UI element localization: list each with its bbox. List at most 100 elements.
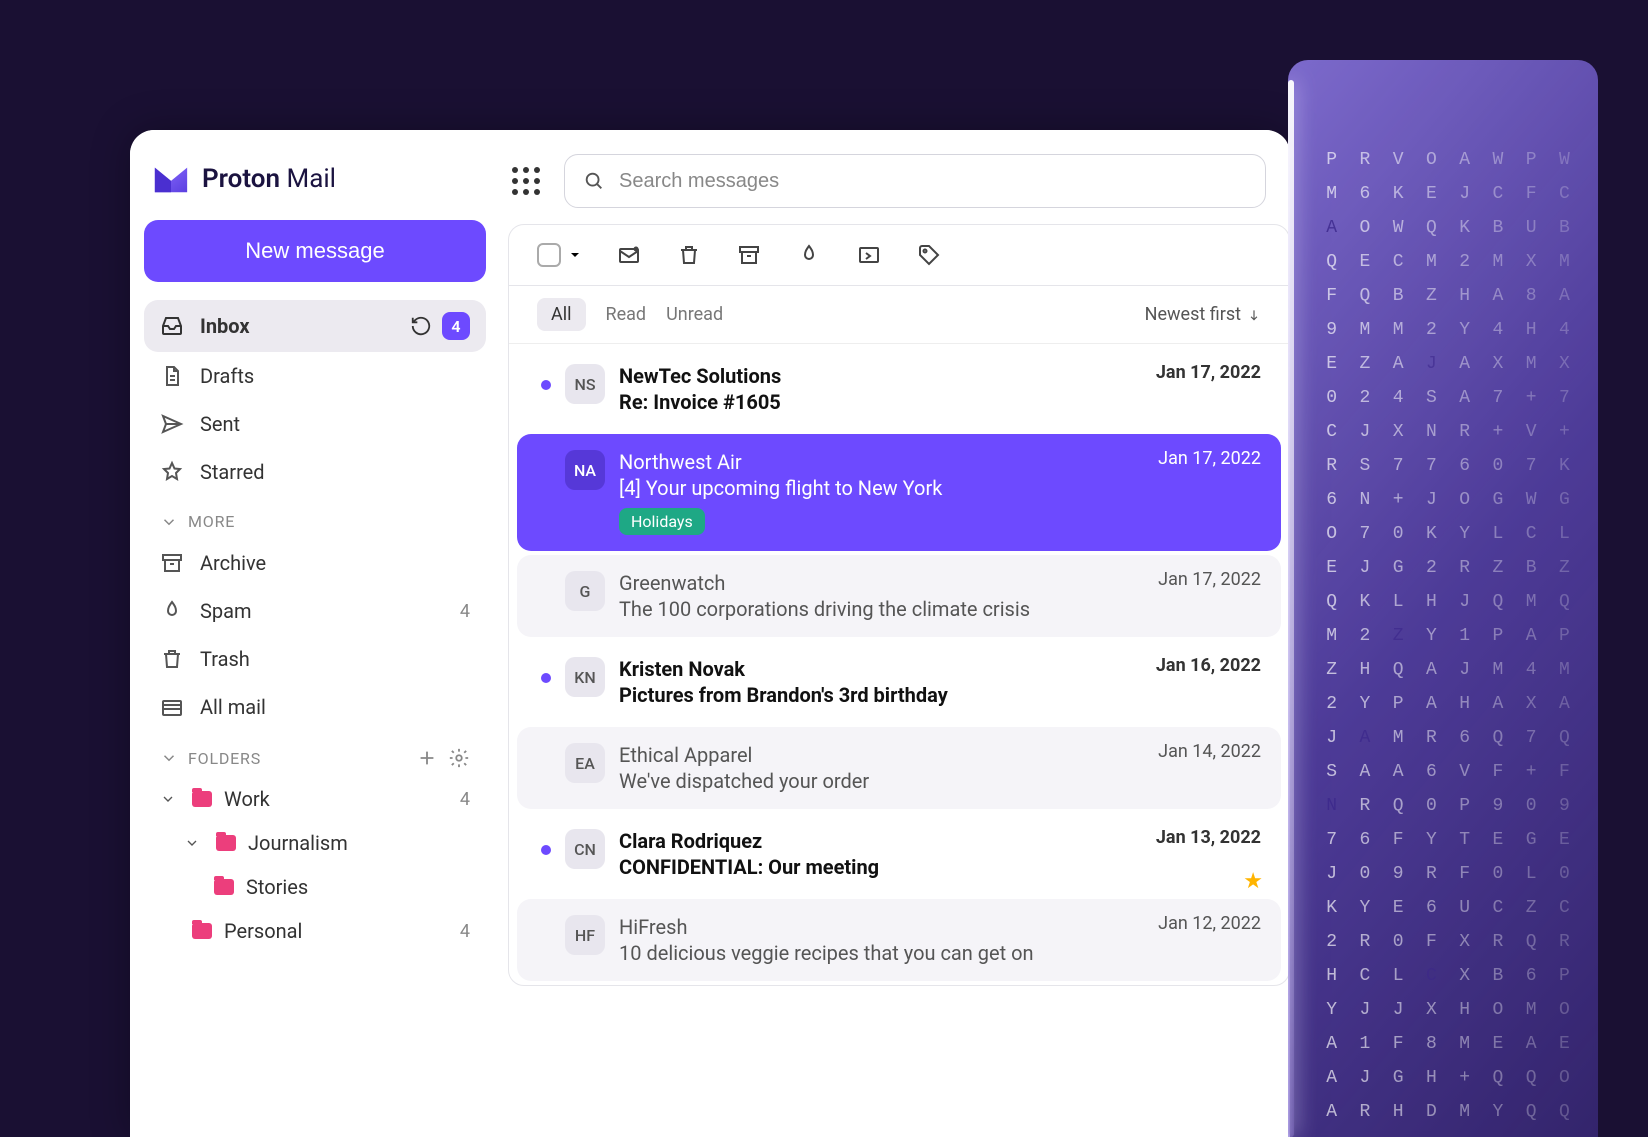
folder-icon (216, 835, 236, 851)
spam-count: 4 (460, 601, 470, 622)
sidebar-item-starred[interactable]: Starred (144, 448, 486, 496)
message-toolbar (509, 225, 1289, 286)
add-folder-button[interactable] (416, 747, 438, 769)
sent-icon (160, 412, 184, 436)
message-tag: Holidays (619, 508, 705, 535)
message-row[interactable]: NSNewTec SolutionsRe: Invoice #1605Jan 1… (517, 348, 1281, 430)
folder-label: Work (224, 787, 448, 811)
archive-icon (160, 551, 184, 575)
app-window: Proton Mail New message Inbox 4 Drafts (130, 130, 1290, 1137)
sidebar-item-inbox[interactable]: Inbox 4 (144, 300, 486, 352)
spam-button[interactable] (797, 243, 821, 267)
message-row[interactable]: KNKristen NovakPictures from Brandon's 3… (517, 641, 1281, 723)
filter-read[interactable]: Read (606, 304, 647, 325)
message-subject: CONFIDENTIAL: Our meeting (619, 855, 1261, 879)
label-button[interactable] (917, 243, 941, 267)
filter-unread[interactable]: Unread (666, 304, 723, 325)
apps-grid-button[interactable] (508, 163, 544, 199)
message-subject: Pictures from Brandon's 3rd birthday (619, 683, 1261, 707)
sort-arrow-icon (1247, 308, 1261, 322)
folder-icon (214, 879, 234, 895)
filter-row: All Read Unread Newest first (509, 286, 1289, 344)
allmail-icon (160, 695, 184, 719)
avatar: CN (565, 829, 605, 869)
sidebar-section-more[interactable]: MORE (144, 496, 486, 539)
avatar: KN (565, 657, 605, 697)
folder-settings-button[interactable] (448, 747, 470, 769)
message-list: NSNewTec SolutionsRe: Invoice #1605Jan 1… (509, 348, 1289, 981)
caret-down-icon (569, 249, 581, 261)
sort-dropdown[interactable]: Newest first (1145, 304, 1261, 325)
search-icon (583, 170, 605, 192)
sidebar-item-archive[interactable]: Archive (144, 539, 486, 587)
logo[interactable]: Proton Mail (144, 154, 486, 220)
sidebar: Proton Mail New message Inbox 4 Drafts (130, 130, 500, 1137)
search-input[interactable] (619, 170, 1247, 193)
sidebar-item-allmail[interactable]: All mail (144, 683, 486, 731)
sidebar-item-label: Drafts (200, 364, 470, 388)
select-all[interactable] (537, 243, 581, 267)
logo-text: Proton Mail (202, 164, 336, 194)
inbox-count-badge: 4 (442, 312, 470, 340)
message-date: Jan 17, 2022 (1158, 569, 1261, 590)
sidebar-item-label: Sent (200, 412, 470, 436)
folder-item-stories[interactable]: Stories (144, 865, 486, 909)
archive-button[interactable] (737, 243, 761, 267)
avatar: NS (565, 364, 605, 404)
message-subject: Re: Invoice #1605 (619, 390, 1261, 414)
trash-icon (160, 647, 184, 671)
folder-item-personal[interactable]: Personal 4 (144, 909, 486, 953)
avatar: G (565, 571, 605, 611)
message-subject: 10 delicious veggie recipes that you can… (619, 941, 1261, 965)
message-row[interactable]: CNClara RodriquezCONFIDENTIAL: Our meeti… (517, 813, 1281, 895)
unread-dot-icon (541, 380, 551, 390)
sidebar-item-sent[interactable]: Sent (144, 400, 486, 448)
sidebar-item-trash[interactable]: Trash (144, 635, 486, 683)
inbox-icon (160, 314, 184, 338)
message-row[interactable]: NANorthwest Air[4] Your upcoming flight … (517, 434, 1281, 551)
sidebar-item-label: Archive (200, 551, 470, 575)
sidebar-item-label: Starred (200, 460, 470, 484)
message-date: Jan 17, 2022 (1156, 362, 1261, 383)
message-subject: We've dispatched your order (619, 769, 1261, 793)
folder-label: Personal (224, 919, 448, 943)
drafts-icon (160, 364, 184, 388)
message-subject: [4] Your upcoming flight to New York (619, 476, 1261, 500)
sidebar-section-folders[interactable]: FOLDERS (144, 731, 486, 777)
filter-all[interactable]: All (537, 298, 586, 331)
spam-icon (160, 599, 184, 623)
new-message-button[interactable]: New message (144, 220, 486, 282)
star-icon (160, 460, 184, 484)
folder-label: Journalism (248, 831, 470, 855)
topbar (500, 130, 1290, 224)
sidebar-item-spam[interactable]: Spam 4 (144, 587, 486, 635)
message-panel: All Read Unread Newest first NSNewTec So… (508, 224, 1290, 986)
refresh-icon[interactable] (410, 315, 432, 337)
chevron-down-icon (160, 791, 176, 807)
folder-item-work[interactable]: Work 4 (144, 777, 486, 821)
delete-button[interactable] (677, 243, 701, 267)
message-date: Jan 17, 2022 (1158, 448, 1261, 469)
message-date: Jan 13, 2022 (1156, 827, 1261, 848)
chevron-down-icon (184, 835, 200, 851)
folder-count: 4 (460, 921, 470, 942)
checkbox-icon (537, 243, 561, 267)
mark-read-button[interactable] (617, 243, 641, 267)
folder-icon (192, 923, 212, 939)
sidebar-item-label: Trash (200, 647, 470, 671)
folder-label: Stories (246, 875, 470, 899)
unread-dot-icon (541, 673, 551, 683)
message-row[interactable]: HFHiFresh10 delicious veggie recipes tha… (517, 899, 1281, 981)
folder-item-journalism[interactable]: Journalism (144, 821, 486, 865)
message-row[interactable]: EAEthical ApparelWe've dispatched your o… (517, 727, 1281, 809)
message-date: Jan 12, 2022 (1158, 913, 1261, 934)
message-date: Jan 14, 2022 (1158, 741, 1261, 762)
folder-count: 4 (460, 789, 470, 810)
avatar: NA (565, 450, 605, 490)
unread-dot-icon (541, 845, 551, 855)
chevron-down-icon (160, 513, 178, 531)
sidebar-item-drafts[interactable]: Drafts (144, 352, 486, 400)
move-button[interactable] (857, 243, 881, 267)
message-row[interactable]: GGreenwatchThe 100 corporations driving … (517, 555, 1281, 637)
search-field[interactable] (564, 154, 1266, 208)
